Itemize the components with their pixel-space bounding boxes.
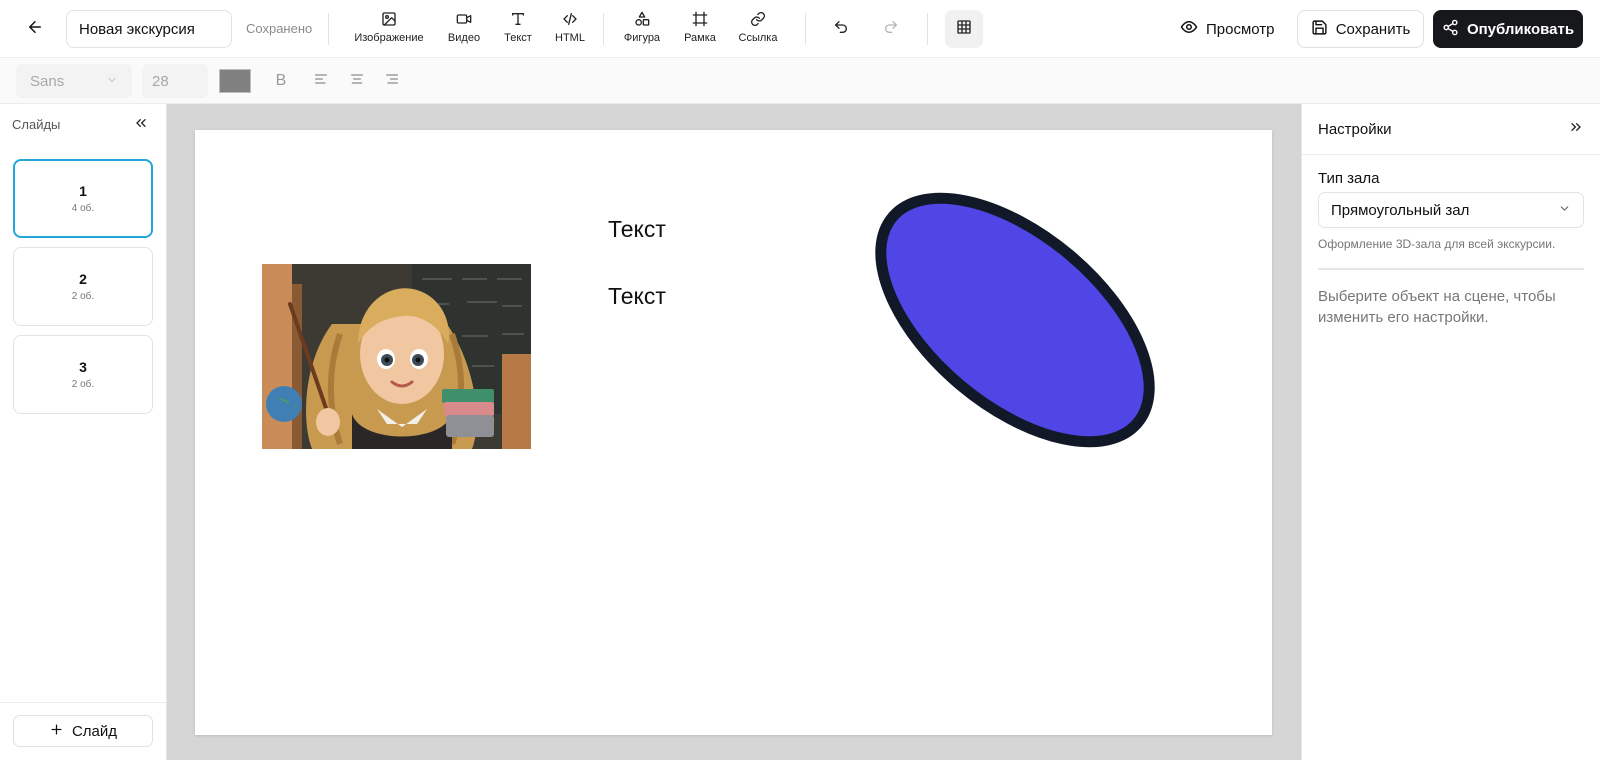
collapse-slides-button[interactable] bbox=[128, 112, 154, 138]
slide-thumbnail-3[interactable]: 3 2 об. bbox=[13, 335, 153, 414]
image-icon bbox=[381, 8, 397, 30]
hall-type-select[interactable]: Прямоугольный зал bbox=[1318, 192, 1584, 228]
frame-icon bbox=[692, 8, 708, 30]
chevrons-right-icon bbox=[1568, 119, 1584, 140]
font-family-value: Sans bbox=[30, 72, 65, 90]
add-text-label: Текст bbox=[504, 32, 532, 44]
add-html-label: HTML bbox=[555, 32, 585, 44]
plus-icon bbox=[49, 722, 64, 741]
toolbar-divider bbox=[603, 13, 604, 45]
add-shape-button[interactable]: Фигура bbox=[620, 8, 664, 50]
canvas-text-object[interactable]: Текст bbox=[608, 283, 666, 310]
top-toolbar: Сохранено Изображение Видео Текст HTML Ф… bbox=[0, 0, 1600, 58]
chevron-down-icon bbox=[1558, 202, 1571, 219]
slide-object-count: 2 об. bbox=[71, 291, 95, 302]
add-link-label: Ссылка bbox=[738, 32, 778, 44]
floppy-disk-icon bbox=[1311, 19, 1328, 40]
redo-button[interactable] bbox=[876, 14, 906, 44]
settings-title: Настройки bbox=[1318, 121, 1392, 138]
redo-icon bbox=[883, 19, 899, 40]
collapse-settings-button[interactable] bbox=[1563, 116, 1589, 142]
add-image-label: Изображение bbox=[354, 32, 424, 44]
slide-object-count: 4 об. bbox=[71, 203, 95, 214]
link-icon bbox=[750, 8, 766, 30]
eye-icon bbox=[1180, 18, 1198, 40]
align-left-button[interactable] bbox=[306, 66, 336, 96]
align-right-icon bbox=[384, 71, 400, 92]
add-shape-label: Фигура bbox=[623, 32, 661, 44]
publish-label: Опубликовать bbox=[1466, 20, 1575, 38]
slide-object-count: 2 об. bbox=[71, 379, 95, 390]
slide-thumbnail-2[interactable]: 2 2 об. bbox=[13, 247, 153, 326]
align-left-icon bbox=[313, 71, 329, 92]
font-size-input[interactable] bbox=[142, 64, 208, 98]
hall-type-label: Тип зала bbox=[1318, 170, 1380, 187]
font-family-select[interactable]: Sans bbox=[16, 64, 132, 98]
slide-number: 3 bbox=[79, 359, 87, 375]
settings-divider bbox=[1318, 268, 1584, 270]
align-center-icon bbox=[349, 71, 365, 92]
slides-footer: Слайд bbox=[0, 702, 166, 760]
align-center-button[interactable] bbox=[342, 66, 372, 96]
slide-number: 1 bbox=[79, 183, 87, 199]
add-video-button[interactable]: Видео bbox=[444, 8, 484, 50]
bold-label: B bbox=[275, 72, 287, 89]
grid-icon bbox=[956, 19, 972, 40]
add-slide-label: Слайд bbox=[71, 722, 118, 740]
arrow-left-icon bbox=[26, 18, 44, 41]
canvas-image-object[interactable] bbox=[262, 264, 531, 449]
undo-button[interactable] bbox=[826, 14, 856, 44]
bold-button[interactable]: B bbox=[266, 66, 296, 96]
toolbar-divider bbox=[805, 13, 806, 45]
text-color-swatch[interactable] bbox=[219, 69, 251, 93]
code-icon bbox=[562, 8, 578, 30]
chevrons-left-icon bbox=[133, 115, 149, 136]
teacher-illustration bbox=[262, 264, 531, 449]
share-icon bbox=[1442, 19, 1459, 40]
back-button[interactable] bbox=[20, 14, 50, 44]
video-icon bbox=[456, 8, 472, 30]
text-icon bbox=[510, 8, 526, 30]
align-right-button[interactable] bbox=[377, 66, 407, 96]
shapes-icon bbox=[634, 8, 650, 30]
slide-number: 2 bbox=[79, 271, 87, 287]
publish-button[interactable]: Опубликовать bbox=[1433, 10, 1583, 48]
add-slide-button[interactable]: Слайд bbox=[13, 715, 153, 747]
add-frame-label: Рамка bbox=[684, 32, 716, 44]
save-button[interactable]: Сохранить bbox=[1297, 10, 1424, 48]
slides-panel-title: Слайды bbox=[12, 117, 61, 132]
preview-button[interactable]: Просмотр bbox=[1172, 10, 1283, 48]
undo-icon bbox=[833, 19, 849, 40]
toolbar-divider bbox=[328, 13, 329, 45]
add-image-button[interactable]: Изображение bbox=[352, 8, 426, 50]
slide-thumbnail-1[interactable]: 1 4 об. bbox=[13, 159, 153, 238]
slide-canvas[interactable]: Текст Текст bbox=[195, 130, 1272, 735]
add-text-button[interactable]: Текст bbox=[500, 8, 536, 50]
hall-type-hint: Оформление 3D-зала для всей экскурсии. bbox=[1318, 237, 1556, 251]
grid-toggle-button[interactable] bbox=[945, 10, 983, 48]
settings-panel: Настройки Тип зала Прямоугольный зал Офо… bbox=[1301, 104, 1600, 760]
add-frame-button[interactable]: Рамка bbox=[680, 8, 720, 50]
slides-panel: Слайды 1 4 об. 2 2 об. 3 2 об. Слайд bbox=[0, 104, 167, 760]
toolbar-divider bbox=[927, 13, 928, 45]
add-video-label: Видео bbox=[447, 32, 481, 44]
save-label: Сохранить bbox=[1335, 20, 1411, 38]
canvas-text-object[interactable]: Текст bbox=[608, 216, 666, 243]
tour-title-input[interactable] bbox=[66, 10, 232, 48]
preview-label: Просмотр bbox=[1206, 20, 1275, 38]
add-html-button[interactable]: HTML bbox=[552, 8, 588, 50]
canvas-area: Текст Текст bbox=[167, 104, 1301, 760]
hall-type-value: Прямоугольный зал bbox=[1331, 201, 1470, 219]
format-toolbar: Sans B bbox=[0, 58, 1600, 104]
canvas-ellipse-shape[interactable] bbox=[845, 180, 1185, 480]
settings-header: Настройки bbox=[1302, 104, 1600, 155]
save-status: Сохранено bbox=[246, 21, 313, 36]
settings-empty-message: Выберите объект на сцене, чтобы изменить… bbox=[1318, 288, 1556, 326]
chevron-down-icon bbox=[106, 73, 118, 90]
add-link-button[interactable]: Ссылка bbox=[736, 8, 780, 50]
